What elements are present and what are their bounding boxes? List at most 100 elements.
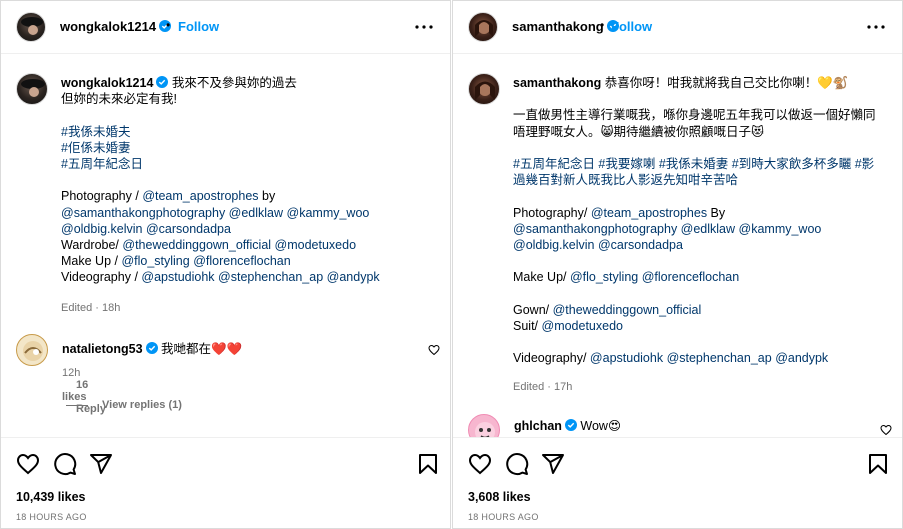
post-time: 18 HOURS AGO xyxy=(16,512,87,522)
caption-text-fragment: Photography/ xyxy=(513,205,591,220)
username-text[interactable]: wongkalok1214 xyxy=(60,19,156,34)
mention-link[interactable]: @stephenchan_ap xyxy=(218,270,323,284)
separator-dot: • xyxy=(166,18,171,32)
bookmark-icon[interactable] xyxy=(866,452,890,476)
bookmark-icon[interactable] xyxy=(416,452,440,476)
avatar[interactable] xyxy=(16,12,46,42)
avatar[interactable] xyxy=(16,73,48,105)
comment-like-heart-icon[interactable] xyxy=(428,344,440,356)
caption-text-fragment: Gown/ xyxy=(513,302,553,317)
heart-icon[interactable] xyxy=(468,452,492,476)
post-caption: wongkalok1214 我來不及參與妳的過去 但妳的未來必定有我! #我係未婚夫… xyxy=(61,75,433,286)
mention-link[interactable]: @team_apostrophes xyxy=(591,206,707,220)
verified-badge-icon xyxy=(156,76,169,88)
mention-link[interactable]: @andypk xyxy=(327,270,380,284)
comment-username[interactable]: natalietong53 xyxy=(62,342,143,356)
mention-link[interactable]: @florenceflochan xyxy=(642,270,739,284)
caption-line: Videography/ @apstudiohk @stephenchan_ap… xyxy=(513,351,828,365)
mention-link[interactable]: @stephenchan_ap xyxy=(667,351,772,365)
caption-text-fragment: Wardrobe/ xyxy=(61,238,123,253)
more-options-icon[interactable] xyxy=(414,18,434,36)
comment-like-heart-icon[interactable] xyxy=(880,424,892,436)
post-time: 18 HOURS AGO xyxy=(468,512,539,522)
caption-username[interactable]: wongkalok1214 xyxy=(61,76,153,90)
caption-link-line[interactable]: @samanthakongphotography @edlklaw @kammy… xyxy=(513,222,821,236)
username-text[interactable]: samanthakong xyxy=(512,19,604,34)
mention-link[interactable]: @flo_styling xyxy=(570,270,638,284)
caption-first-line: 恭喜你呀！咁我就將我自己交比你喇！💛🐒 xyxy=(601,76,849,90)
caption-link-line[interactable]: @oldbig.kelvin @carsondadpa xyxy=(61,222,231,236)
avatar[interactable] xyxy=(468,12,498,42)
follow-button[interactable]: Follow xyxy=(611,19,652,34)
caption-line: Photography/ @team_apostrophes By xyxy=(513,206,725,220)
caption-username[interactable]: samanthakong xyxy=(513,76,601,90)
view-replies-button[interactable]: View replies (1) xyxy=(66,399,182,411)
caption-link-line[interactable]: @samanthakongphotography @edlklaw @kammy… xyxy=(61,206,369,220)
caption-text-fragment: by xyxy=(258,189,276,204)
follow-button[interactable]: Follow xyxy=(178,19,219,34)
mention-link[interactable]: @modetuxedo xyxy=(275,238,357,252)
comment-emoji: 😍 xyxy=(607,418,621,433)
comment-text: 我哋都在 xyxy=(157,342,212,356)
mention-link[interactable]: @modetuxedo xyxy=(542,319,624,333)
mention-link[interactable]: @theweddinggown_official xyxy=(122,238,271,252)
share-icon[interactable] xyxy=(89,452,113,476)
mention-link[interactable]: @team_apostrophes xyxy=(142,189,258,203)
username[interactable]: wongkalok1214 xyxy=(60,19,172,34)
likes-count[interactable]: 3,608 likes xyxy=(468,490,531,504)
post-panel-left: wongkalok1214 • Follow wongkalok1214 我來不… xyxy=(0,0,451,529)
verified-badge-icon xyxy=(145,342,158,354)
caption-text-fragment: Photography / xyxy=(61,189,143,204)
comment-username[interactable]: ghlchan xyxy=(514,419,562,433)
mention-link[interactable]: @theweddinggown_official xyxy=(553,303,702,317)
caption-text-fragment: By xyxy=(707,205,726,220)
comment-body: natalietong53 我哋都在❤️❤️ xyxy=(62,338,402,357)
caption-line: Make Up / @flo_styling @florenceflochan xyxy=(61,254,291,268)
caption-line: Wardrobe/ @theweddinggown_official @mode… xyxy=(61,238,356,252)
comment-icon[interactable] xyxy=(53,452,77,476)
caption-text-fragment: Videography/ xyxy=(513,351,590,366)
mention-link[interactable]: @apstudiohk xyxy=(141,270,214,284)
caption-text-fragment: Suit/ xyxy=(513,319,542,334)
post-header: wongkalok1214 • Follow xyxy=(1,1,450,54)
mention-link[interactable]: @florenceflochan xyxy=(193,254,290,268)
post-actions: 10,439 likes 18 HOURS AGO xyxy=(1,437,450,528)
post-panel-right: samanthakong • Follow samanthakong 恭喜你呀！… xyxy=(452,0,903,529)
comment-icon[interactable] xyxy=(505,452,529,476)
avatar[interactable] xyxy=(16,334,48,366)
comment-time: 12h xyxy=(62,367,81,379)
caption-link-line[interactable]: #佢係未婚妻 xyxy=(61,141,130,155)
caption-line: Make Up/ @flo_styling @florenceflochan xyxy=(513,270,739,284)
caption-line: 但妳的未來必定有我! xyxy=(61,92,177,107)
separator-dot: • xyxy=(600,18,605,32)
edited-timestamp: Edited · 17h xyxy=(513,381,573,393)
caption-line: Gown/ @theweddinggown_official xyxy=(513,303,701,317)
caption-link-line[interactable]: #五周年紀念日 #我要嫁喇 #我係未婚妻 #到時大家飲多杯多矖 #影 xyxy=(513,157,874,171)
likes-count[interactable]: 10,439 likes xyxy=(16,490,86,504)
post-caption: samanthakong 恭喜你呀！咁我就將我自己交比你喇！💛🐒 一直做男性主導行… xyxy=(513,75,885,367)
caption-text-fragment: Make Up / xyxy=(61,254,122,269)
edited-timestamp: Edited · 18h xyxy=(61,302,121,314)
caption-link-line[interactable]: #五周年紀念日 xyxy=(61,157,143,171)
mention-link[interactable]: @apstudiohk xyxy=(590,351,663,365)
share-icon[interactable] xyxy=(541,452,565,476)
caption-line: 唔理野嘅女人。😸期待繼續被你照顧嘅日子😻 xyxy=(513,124,765,139)
post-header: samanthakong • Follow xyxy=(453,1,902,54)
avatar[interactable] xyxy=(468,73,500,105)
comment-text: Wow xyxy=(576,419,608,433)
caption-link-line[interactable]: #我係未婚夫 xyxy=(61,125,130,139)
caption-text-fragment: Videography / xyxy=(61,270,142,285)
comment-emoji: ❤️❤️ xyxy=(211,341,243,356)
comment-body: ghlchan Wow😍 xyxy=(514,418,854,433)
caption-line: Suit/ @modetuxedo xyxy=(513,319,623,333)
caption-link-line[interactable]: @oldbig.kelvin @carsondadpa xyxy=(513,238,683,252)
heart-icon[interactable] xyxy=(16,452,40,476)
caption-line: 一直做男性主導行業嘅我，喺你身邊呢五年我可以做返一個好懶同 xyxy=(513,108,876,123)
verified-badge-icon xyxy=(564,419,577,431)
post-actions: 3,608 likes 18 HOURS AGO xyxy=(453,437,902,528)
more-options-icon[interactable] xyxy=(866,18,886,36)
mention-link[interactable]: @flo_styling xyxy=(121,254,189,268)
caption-link-line[interactable]: 過幾百對新人既我比人影返先知咁辛苦哈 xyxy=(513,173,738,187)
caption-line: Photography / @team_apostrophes by xyxy=(61,189,275,203)
mention-link[interactable]: @andypk xyxy=(775,351,828,365)
